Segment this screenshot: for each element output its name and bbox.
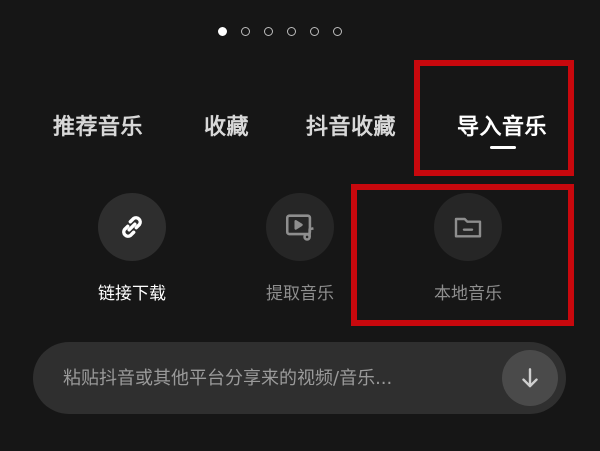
local-music-icon-circle: [434, 193, 502, 261]
link-download-icon-circle: [98, 193, 166, 261]
tab-recommended-music[interactable]: 推荐音乐: [53, 109, 143, 141]
page-dot-3[interactable]: [264, 27, 273, 36]
extract-music-label: 提取音乐: [266, 284, 334, 304]
extract-music-button[interactable]: 提取音乐: [240, 193, 360, 304]
share-link-input[interactable]: [63, 342, 493, 414]
page-dot-2[interactable]: [241, 27, 250, 36]
folder-icon: [454, 217, 482, 238]
tab-douyin-favorites[interactable]: 抖音收藏: [306, 109, 396, 141]
page-dot-5[interactable]: [310, 27, 319, 36]
page-indicator: [218, 27, 342, 36]
link-download-button[interactable]: 链接下载: [72, 193, 192, 304]
page-dot-4[interactable]: [287, 27, 296, 36]
video-music-icon: [285, 214, 314, 241]
tab-favorites[interactable]: 收藏: [204, 109, 249, 141]
download-button[interactable]: [502, 350, 558, 406]
page-dot-6[interactable]: [333, 27, 342, 36]
extract-music-icon-circle: [266, 193, 334, 261]
link-download-label: 链接下载: [98, 284, 166, 304]
share-link-bar: [33, 342, 566, 414]
link-icon: [122, 216, 142, 238]
download-arrow-icon: [522, 368, 538, 388]
local-music-button[interactable]: 本地音乐: [408, 193, 528, 304]
local-music-label: 本地音乐: [434, 284, 502, 304]
highlight-box-import-tab: [414, 60, 574, 176]
page-dot-1[interactable]: [218, 27, 227, 36]
